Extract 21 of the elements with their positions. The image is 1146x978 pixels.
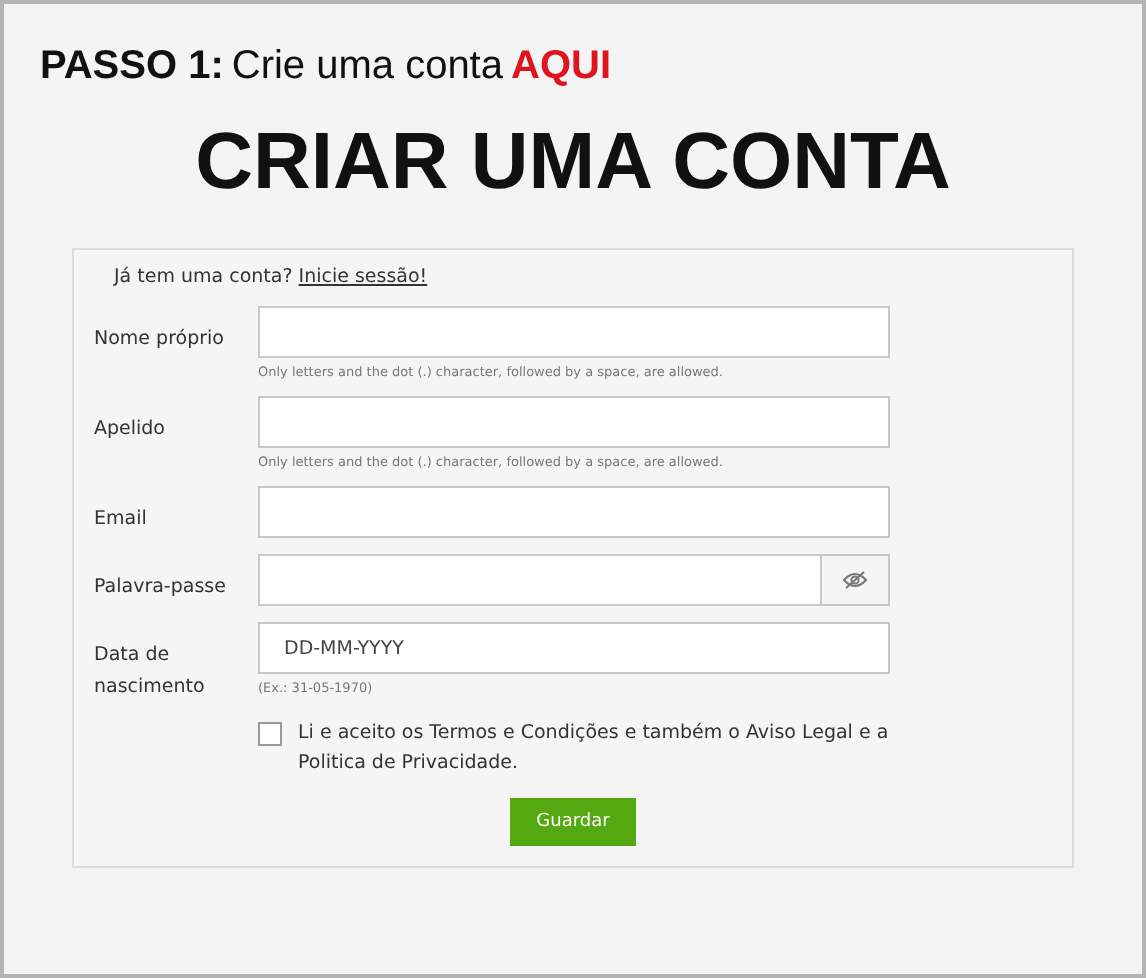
login-link[interactable]: Inicie sessão! [298, 266, 428, 288]
field-label: Data de nascimento [94, 642, 207, 703]
date-field[interactable]: DD-MM-YYYY [258, 622, 890, 674]
field-label: Apelido [94, 416, 167, 444]
terms-checkbox[interactable] [258, 722, 282, 747]
show-password-button[interactable] [822, 554, 890, 606]
terms-text: Li e aceito os Termos e Condições e também o Aviso Legal e a Politica de Privacidade. [298, 720, 891, 778]
text-field[interactable] [258, 396, 890, 448]
save-button[interactable]: Guardar [510, 797, 636, 846]
login-prompt: Já tem uma conta? [114, 266, 293, 288]
password-field[interactable] [258, 554, 822, 606]
field-label: Nome próprio [94, 326, 226, 354]
field-label: Email [94, 506, 149, 534]
text-field[interactable] [258, 306, 890, 358]
step-label: PASSO 1: [40, 44, 224, 90]
text-field[interactable] [258, 486, 890, 538]
step-link[interactable]: AQUI [511, 44, 611, 90]
eye-slash-icon [842, 570, 868, 590]
page-title: CRIAR UMA CONTA [193, 118, 953, 208]
field-label: Palavra-passe [94, 574, 228, 602]
step-text: Crie uma conta [231, 44, 503, 90]
